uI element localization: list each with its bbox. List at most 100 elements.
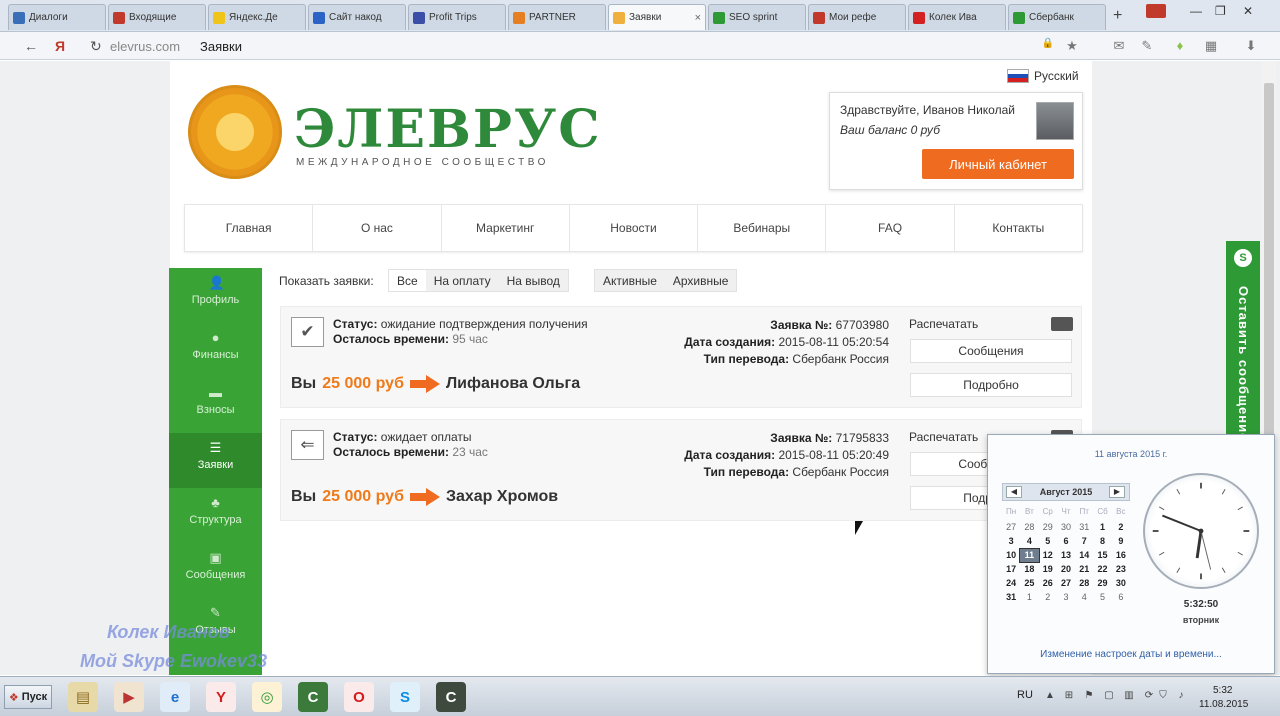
calendar-day[interactable]: 6 bbox=[1057, 535, 1075, 548]
calendar-day[interactable]: 2 bbox=[1039, 591, 1057, 604]
browser-tab[interactable]: Заявки × bbox=[608, 4, 706, 30]
tray-shield-icon[interactable]: ⛉ bbox=[1157, 690, 1169, 702]
calendar-day[interactable]: 4 bbox=[1020, 535, 1038, 548]
calendar-day[interactable]: 19 bbox=[1039, 563, 1057, 576]
internet-explorer-icon[interactable]: e bbox=[160, 682, 190, 712]
calendar-day[interactable]: 17 bbox=[1002, 563, 1020, 576]
calendar-day[interactable]: 2 bbox=[1112, 521, 1130, 534]
browser-tab[interactable]: Входящие bbox=[108, 4, 206, 30]
url-page-title[interactable]: Заявки bbox=[200, 39, 242, 54]
printer-icon[interactable] bbox=[1051, 317, 1073, 331]
calendar-next-icon[interactable]: ▶ bbox=[1109, 486, 1125, 498]
media-player-icon[interactable]: ▶ bbox=[114, 682, 144, 712]
calendar-day[interactable]: 29 bbox=[1093, 577, 1111, 590]
calendar-day[interactable]: 30 bbox=[1112, 577, 1130, 590]
calendar-day[interactable]: 13 bbox=[1057, 549, 1075, 562]
nav-item[interactable]: Главная bbox=[185, 205, 314, 251]
calendar-day[interactable]: 31 bbox=[1002, 591, 1020, 604]
tray-language[interactable]: RU bbox=[1017, 689, 1033, 701]
tray-clock-time[interactable]: 5:32 bbox=[1213, 685, 1232, 696]
calendar-day[interactable]: 26 bbox=[1039, 577, 1057, 590]
browser-tab[interactable]: Мои рефе bbox=[808, 4, 906, 30]
date-time-settings-link[interactable]: Изменение настроек даты и времени... bbox=[988, 649, 1274, 660]
sidebar-item[interactable]: ▣ Сообщения bbox=[169, 543, 262, 598]
nav-item[interactable]: Маркетинг bbox=[442, 205, 570, 251]
extension-chat-icon[interactable]: ✉ bbox=[1111, 38, 1127, 54]
sidebar-item[interactable]: ● Финансы bbox=[169, 323, 262, 378]
nav-item[interactable]: FAQ bbox=[826, 205, 955, 251]
details-button[interactable]: Подробно bbox=[910, 373, 1072, 397]
tray-keyboard-icon[interactable]: ⊞ bbox=[1063, 690, 1075, 702]
calendar-day[interactable]: 18 bbox=[1020, 563, 1038, 576]
nav-item[interactable]: О нас bbox=[313, 205, 442, 251]
calendar-day[interactable]: 27 bbox=[1057, 577, 1075, 590]
tray-sync-icon[interactable]: ⟳ bbox=[1143, 690, 1155, 702]
sidebar-item[interactable]: ☰ Заявки bbox=[169, 433, 262, 488]
tray-expand-icon[interactable]: ▲ bbox=[1044, 690, 1056, 702]
bookmark-star-icon[interactable]: ★ bbox=[1064, 38, 1080, 54]
calendar-day[interactable]: 5 bbox=[1093, 591, 1111, 604]
browser-tab[interactable]: SEO sprint bbox=[708, 4, 806, 30]
extension-leaf-icon[interactable]: ♦ bbox=[1172, 38, 1188, 54]
back-arrow-icon[interactable]: ← bbox=[24, 38, 38, 54]
camtasia-recorder-icon[interactable]: C bbox=[436, 682, 466, 712]
browser-menu-button[interactable] bbox=[1146, 4, 1166, 18]
calendar-day[interactable]: 25 bbox=[1020, 577, 1038, 590]
flower-of-life-logo-icon[interactable] bbox=[188, 85, 282, 179]
nav-item[interactable]: Вебинары bbox=[698, 205, 827, 251]
calendar-day[interactable]: 30 bbox=[1057, 521, 1075, 534]
logo-name[interactable]: ЭЛЕВРУС bbox=[294, 99, 602, 160]
opera-icon[interactable]: O bbox=[344, 682, 374, 712]
feedback-s-icon[interactable]: S bbox=[1234, 249, 1252, 267]
camtasia-icon[interactable]: C bbox=[298, 682, 328, 712]
calendar-day[interactable]: 22 bbox=[1093, 563, 1111, 576]
chrome-icon[interactable]: ◎ bbox=[252, 682, 282, 712]
calendar-day[interactable]: 1 bbox=[1020, 591, 1038, 604]
sidebar-item[interactable]: ▬ Взносы bbox=[169, 378, 262, 433]
browser-tab[interactable]: Яндекс.Де bbox=[208, 4, 306, 30]
yandex-browser-icon[interactable]: Y bbox=[206, 682, 236, 712]
browser-tab[interactable]: Колек Ива bbox=[908, 4, 1006, 30]
calendar-day[interactable]: 3 bbox=[1002, 535, 1020, 548]
extension-grid-icon[interactable]: ▦ bbox=[1203, 38, 1219, 54]
calendar-day[interactable]: 3 bbox=[1057, 591, 1075, 604]
calendar-day[interactable]: 28 bbox=[1020, 521, 1038, 534]
filter-state-button[interactable]: Активные bbox=[595, 270, 665, 291]
extension-notes-icon[interactable]: ✎ bbox=[1139, 38, 1155, 54]
calendar-day[interactable]: 24 bbox=[1002, 577, 1020, 590]
calendar-day[interactable]: 29 bbox=[1039, 521, 1057, 534]
browser-tab[interactable]: Сайт накод bbox=[308, 4, 406, 30]
print-link[interactable]: Распечатать bbox=[909, 430, 978, 444]
filter-type-button[interactable]: На оплату bbox=[426, 270, 499, 291]
nav-item[interactable]: Контакты bbox=[955, 205, 1082, 251]
tray-volume-icon[interactable]: ♪ bbox=[1175, 690, 1187, 702]
print-link[interactable]: Распечатать bbox=[909, 317, 978, 331]
minimize-button[interactable]: — bbox=[1190, 4, 1202, 18]
calendar-day[interactable]: 6 bbox=[1112, 591, 1130, 604]
calendar-day[interactable]: 12 bbox=[1039, 549, 1057, 562]
calendar-day[interactable]: 9 bbox=[1112, 535, 1130, 548]
download-icon[interactable]: ⬇ bbox=[1243, 38, 1259, 54]
calendar-day[interactable]: 8 bbox=[1093, 535, 1111, 548]
calendar-day[interactable]: 4 bbox=[1075, 591, 1093, 604]
reload-icon[interactable]: ↻ bbox=[90, 38, 102, 55]
explorer-icon[interactable]: ▤ bbox=[68, 682, 98, 712]
calendar-day[interactable]: 10 bbox=[1002, 549, 1020, 562]
restore-button[interactable]: ❐ bbox=[1215, 4, 1226, 18]
tray-window-icon[interactable]: ▢ bbox=[1103, 690, 1115, 702]
browser-tab[interactable]: Сбербанк bbox=[1008, 4, 1106, 30]
calendar-day[interactable]: 1 bbox=[1093, 521, 1111, 534]
personal-cabinet-button[interactable]: Личный кабинет bbox=[922, 149, 1074, 179]
calendar-day[interactable]: 16 bbox=[1112, 549, 1130, 562]
skype-icon[interactable]: S bbox=[390, 682, 420, 712]
yandex-icon[interactable]: Я bbox=[55, 38, 65, 54]
browser-tab[interactable]: Диалоги bbox=[8, 4, 106, 30]
start-button[interactable]: ❖ Пуск bbox=[4, 685, 52, 709]
calendar-day[interactable]: 5 bbox=[1039, 535, 1057, 548]
browser-tab[interactable]: Profit Trips bbox=[408, 4, 506, 30]
close-window-button[interactable]: ✕ bbox=[1243, 4, 1253, 18]
calendar-day[interactable]: 27 bbox=[1002, 521, 1020, 534]
new-tab-button[interactable]: + bbox=[1113, 7, 1122, 25]
filter-type-button[interactable]: На вывод bbox=[499, 270, 568, 291]
calendar-day[interactable]: 14 bbox=[1075, 549, 1093, 562]
